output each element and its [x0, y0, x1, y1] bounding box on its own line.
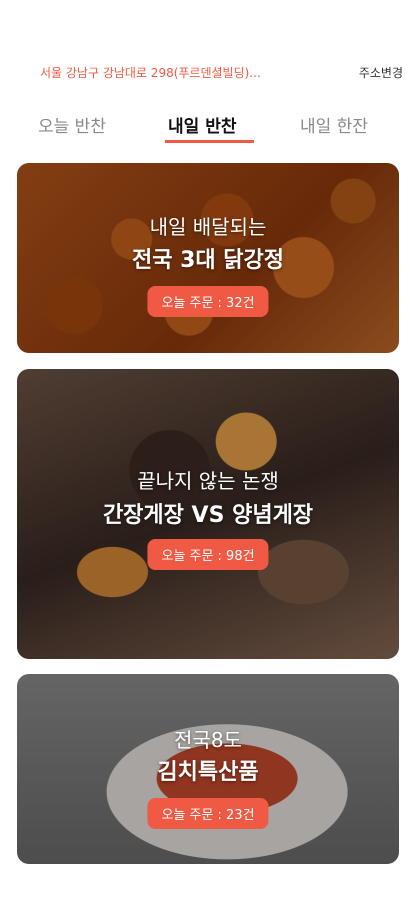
order-count-badge: 오늘 주문 : 23건 [147, 798, 269, 829]
tab-today-side-dish[interactable]: 오늘 반찬 [38, 112, 106, 137]
card-title: 김치특산품 [157, 760, 259, 785]
delivery-address[interactable]: 서울 강남구 강남대로 298(푸르덴셜빌딩)... [40, 64, 322, 81]
order-count-badge: 오늘 주문 : 32건 [147, 286, 269, 317]
card-title: 전국 3대 닭강정 [131, 248, 285, 273]
card-subtitle: 전국8도 [174, 728, 242, 752]
card-subtitle: 내일 배달되는 [149, 215, 267, 239]
category-tabs: 오늘 반찬 내일 반찬 내일 한잔 [0, 108, 415, 148]
tab-tomorrow-side-dish[interactable]: 내일 반찬 [168, 112, 236, 137]
promo-card-crab[interactable]: 끝나지 않는 논쟁 간장게장 VS 양념게장 오늘 주문 : 98건 [17, 369, 399, 659]
change-address-button[interactable]: 주소변경 [359, 64, 403, 81]
card-subtitle: 끝나지 않는 논쟁 [137, 469, 279, 493]
tab-tomorrow-drink[interactable]: 내일 한잔 [300, 112, 368, 137]
active-tab-indicator [165, 140, 254, 143]
address-bar: 서울 강남구 강남대로 298(푸르덴셜빌딩)... 주소변경 [0, 58, 415, 90]
order-count-badge: 오늘 주문 : 98건 [147, 539, 269, 570]
promo-card-kimchi[interactable]: 전국8도 김치특산품 오늘 주문 : 23건 [17, 674, 399, 864]
promo-card-fried-chicken[interactable]: 내일 배달되는 전국 3대 닭강정 오늘 주문 : 32건 [17, 163, 399, 353]
card-title: 간장게장 VS 양념게장 [102, 503, 314, 528]
